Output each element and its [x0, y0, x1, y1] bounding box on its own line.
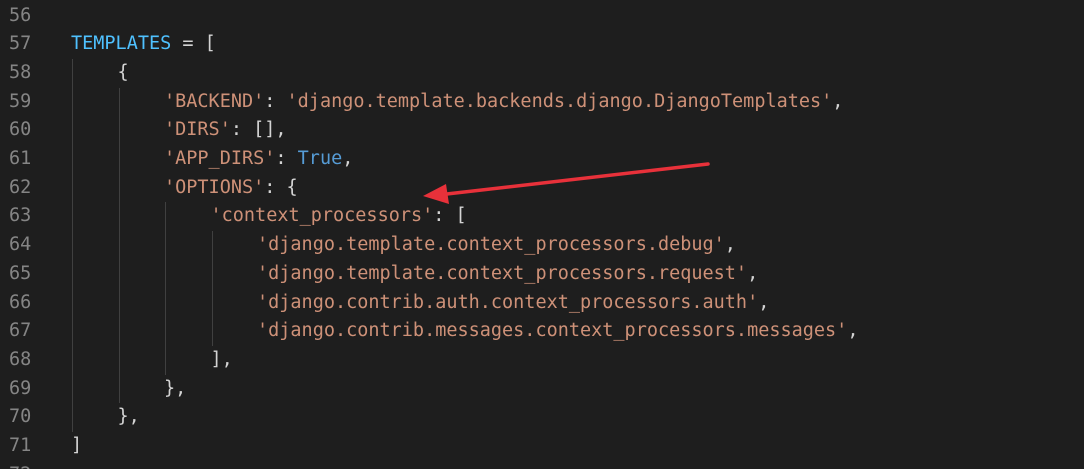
code-token: : [: [433, 205, 467, 227]
line-number: 67: [9, 320, 32, 342]
code-text: 'BACKEND': 'django.template.backends.dja…: [164, 88, 843, 117]
code-text: ],: [211, 346, 233, 375]
code-token: ,: [758, 291, 770, 313]
code-token: ,: [847, 320, 859, 342]
code-token: 'django.contrib.messages.context_process…: [257, 320, 848, 342]
code-line[interactable]: 62 'OPTIONS': {: [0, 174, 1084, 203]
code-token: ,: [342, 148, 354, 169]
code-token: :: [275, 148, 298, 169]
code-line[interactable]: 63 'context_processors': [: [0, 202, 1084, 231]
code-token: 'APP_DIRS': [164, 148, 276, 169]
code-token: },: [117, 406, 140, 428]
line-number: 62: [9, 176, 32, 198]
code-token: = [: [171, 33, 216, 55]
code-line[interactable]: 66 'django.contrib.auth.context_processor…: [0, 289, 1084, 318]
code-text: 'django.contrib.auth.context_processors.…: [257, 289, 769, 318]
code-token: True: [297, 148, 343, 169]
line-number: 57: [9, 33, 32, 55]
code-text: 'django.contrib.messages.context_process…: [257, 317, 858, 346]
line-number: 60: [9, 119, 32, 141]
line-number: 61: [9, 148, 32, 169]
code-token: TEMPLATES: [71, 33, 172, 55]
code-token: ,: [724, 234, 736, 256]
code-text: 'django.template.context_processors.debu…: [257, 231, 736, 260]
code-text: },: [164, 375, 186, 404]
code-line[interactable]: 61 'APP_DIRS': True,: [0, 145, 1084, 174]
code-token: ],: [210, 348, 233, 370]
code-text: 'APP_DIRS': True,: [164, 145, 353, 174]
line-number: 66: [9, 291, 32, 313]
code-token: 'django.template.context_processors.debu…: [257, 234, 725, 256]
line-number: 65: [9, 262, 32, 284]
code-token: 'DIRS': [164, 119, 231, 141]
line-number: 63: [9, 205, 32, 227]
line-number: 70: [9, 406, 32, 428]
code-text: 'context_processors': [: [211, 202, 467, 231]
code-text: ]: [71, 432, 82, 461]
line-number: 56: [9, 4, 32, 26]
code-text: 'DIRS': [],: [164, 116, 287, 145]
code-line[interactable]: 57 TEMPLATES = [: [0, 30, 1084, 59]
line-number: 58: [9, 61, 32, 83]
code-line[interactable]: 68],: [0, 346, 1084, 375]
code-token: ,: [832, 90, 844, 112]
code-token: :: [264, 90, 287, 112]
line-number: 72: [9, 461, 35, 469]
line-number: 71: [9, 435, 32, 456]
code-text: 'django.template.context_processors.requ…: [257, 260, 758, 289]
code-line[interactable]: 56: [0, 2, 1084, 31]
code-token: 'BACKEND': [164, 90, 265, 112]
code-token: 'django.template.backends.django.DjangoT…: [286, 90, 833, 112]
code-text: {: [118, 59, 129, 88]
code-token: ]: [71, 435, 83, 456]
code-token: 'OPTIONS': [164, 176, 265, 198]
code-text: 'OPTIONS': {: [164, 174, 298, 203]
line-number: 69: [9, 377, 32, 399]
code-token: 'context_processors': [210, 205, 434, 227]
code-line[interactable]: 72: [0, 461, 1084, 469]
code-token: 'django.template.context_processors.requ…: [257, 262, 748, 284]
code-text: TEMPLATES = [: [71, 30, 216, 59]
code-line[interactable]: 71]: [0, 432, 1084, 461]
code-token: },: [164, 377, 187, 399]
code-editor[interactable]: 56 57 TEMPLATES = [ 58 {59 'BACKEND': 'django…: [0, 0, 1084, 469]
code-line[interactable]: 70},: [0, 403, 1084, 432]
code-line[interactable]: 60 'DIRS': [],: [0, 116, 1084, 145]
code-token: 'django.contrib.auth.context_processors.…: [257, 291, 759, 313]
code-text: },: [118, 403, 140, 432]
code-line[interactable]: 69},: [0, 375, 1084, 404]
code-line[interactable]: 65 'django.template.context_processors.re…: [0, 260, 1084, 289]
code-token: {: [117, 61, 129, 83]
code-token: : {: [264, 176, 298, 198]
line-number: 59: [9, 90, 32, 112]
code-line[interactable]: 58 {: [0, 59, 1084, 88]
line-number: 68: [9, 348, 32, 370]
code-line[interactable]: 67 'django.contrib.messages.context_proce…: [0, 317, 1084, 346]
code-line[interactable]: 64 'django.template.context_processors.de…: [0, 231, 1084, 260]
code-token: : [],: [230, 119, 287, 141]
line-number: 64: [9, 234, 32, 256]
code-line[interactable]: 59 'BACKEND': 'django.template.backends.d…: [0, 88, 1084, 117]
code-token: ,: [747, 262, 759, 284]
